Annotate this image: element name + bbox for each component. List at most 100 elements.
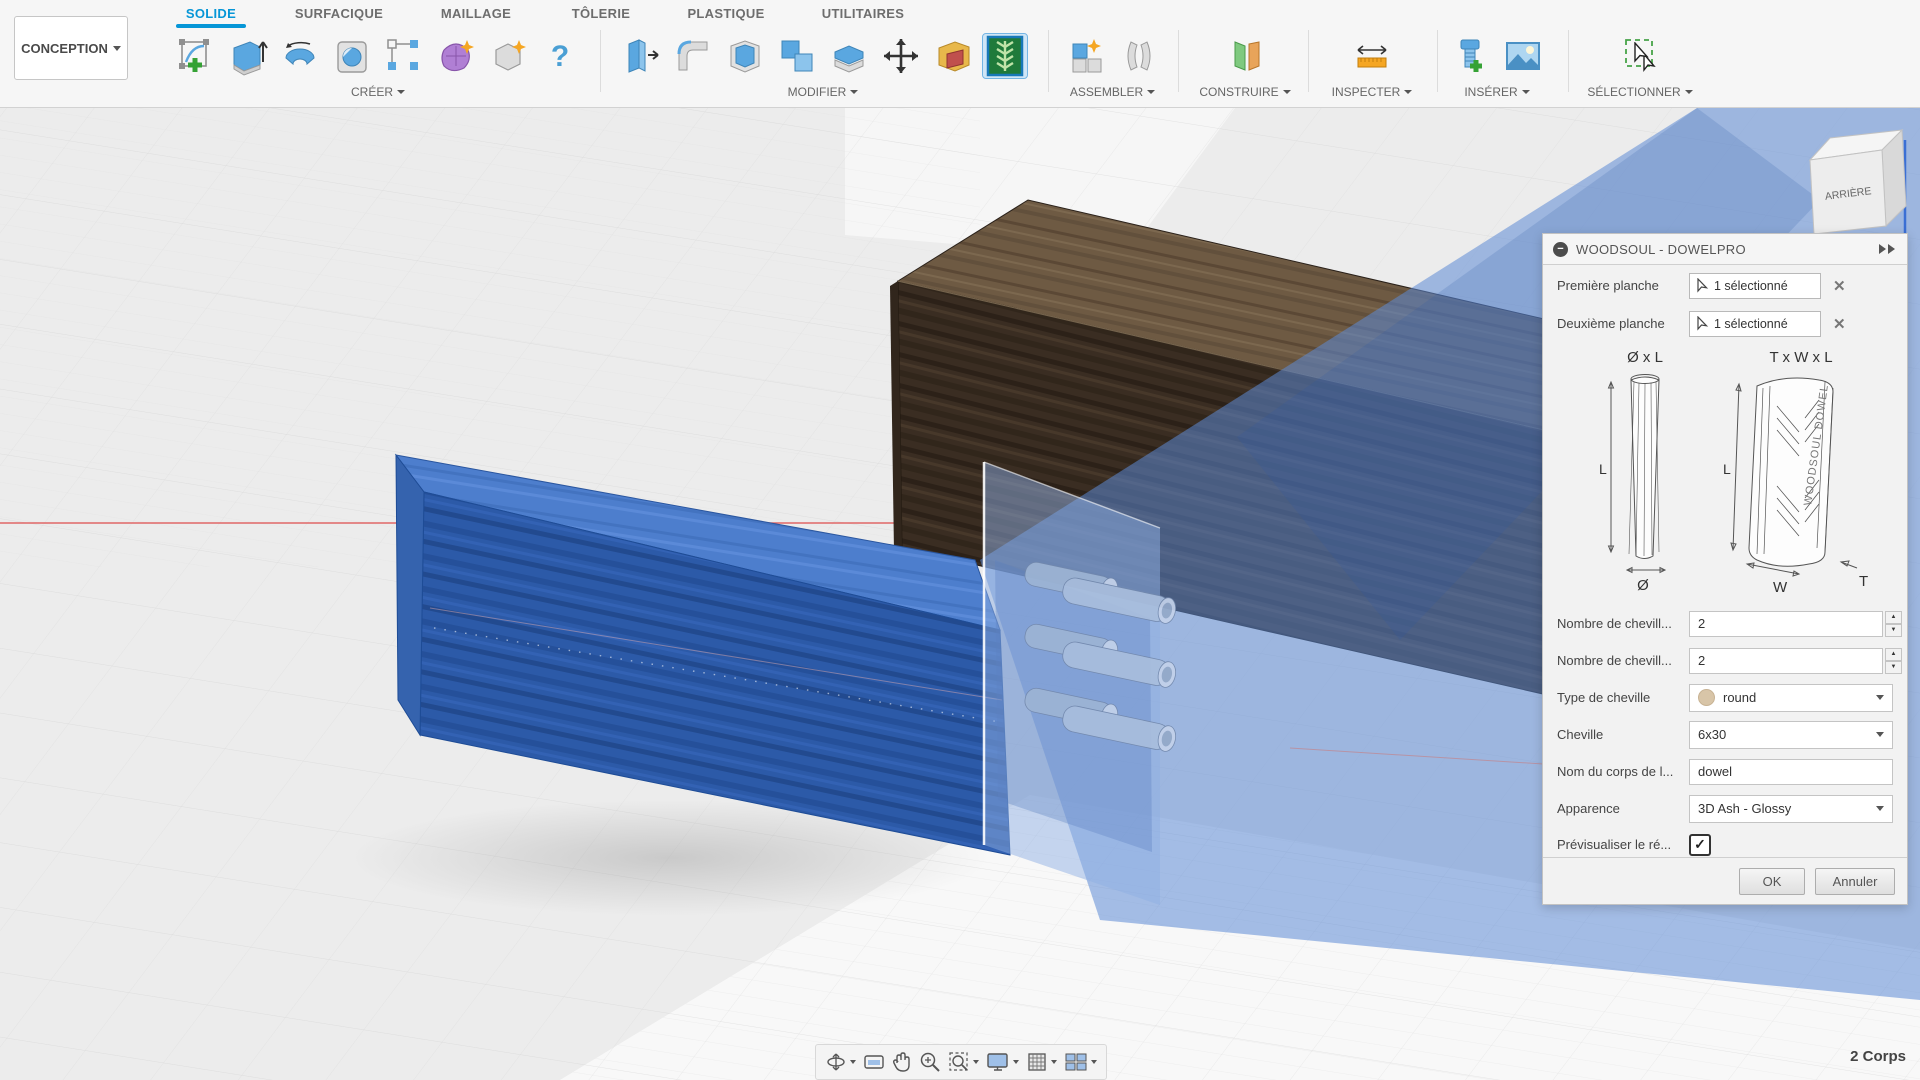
preview-board-end-slab[interactable] [984, 462, 1160, 905]
group-label-selectionner[interactable]: SÉLECTIONNER [1587, 85, 1692, 99]
clear-selection-icon[interactable]: ✕ [1833, 315, 1846, 333]
group-label-inserer[interactable]: INSÉRER [1464, 85, 1529, 99]
preview-checkbox[interactable]: ✓ [1689, 834, 1711, 856]
extrude-icon[interactable] [226, 34, 270, 78]
insert-canvas-icon[interactable] [1501, 34, 1545, 78]
dowel-count-1-input[interactable] [1689, 611, 1883, 637]
group-label-inspecter[interactable]: INSPECTER [1332, 85, 1413, 99]
field-label: Nom du corps de l... [1557, 764, 1689, 779]
selection-label: Deuxième planche [1557, 316, 1689, 331]
field-label: Nombre de chevill... [1557, 616, 1689, 631]
base-feature-icon[interactable] [486, 34, 530, 78]
split-body-icon[interactable] [827, 34, 871, 78]
field-label: Apparence [1557, 801, 1689, 816]
dowel-illustration: Ø x L T x W x L L Ø L W T WOODSOUL DOWEL [1563, 346, 1887, 596]
chevron-down-icon [1876, 806, 1884, 811]
dowel-type-dropdown[interactable]: round [1689, 684, 1893, 712]
joint-icon[interactable] [1117, 34, 1161, 78]
group-label-assembler[interactable]: ASSEMBLER [1070, 85, 1155, 99]
shell-icon[interactable] [723, 34, 767, 78]
mouse-cursor [1632, 42, 1652, 66]
hole-icon[interactable] [330, 34, 374, 78]
fit-button[interactable] [948, 1051, 979, 1073]
chevron-down-icon [973, 1060, 979, 1064]
toolbar-separator [600, 30, 601, 92]
selection-row-premiere: Première planche 1 sélectionné ✕ [1557, 272, 1893, 299]
look-at-button[interactable] [863, 1052, 885, 1072]
dowel-size-dropdown[interactable]: 6x30 [1689, 721, 1893, 749]
construction-plane-icon[interactable] [1223, 34, 1267, 78]
label-t: T [1859, 573, 1868, 590]
new-component-icon[interactable] [1065, 34, 1109, 78]
spin-down-icon[interactable]: ▼ [1885, 661, 1902, 674]
chevron-down-icon [850, 90, 858, 94]
spinner-controls: ▲ ▼ [1885, 611, 1902, 637]
deuxieme-planche-selection-button[interactable]: 1 sélectionné [1689, 311, 1821, 337]
chevron-down-icon [1013, 1060, 1019, 1064]
conception-label: CONCEPTION [21, 41, 108, 56]
rectangular-pattern-icon[interactable] [382, 34, 426, 78]
create-sketch-icon[interactable] [174, 34, 218, 78]
group-label-construire[interactable]: CONSTRUIRE [1199, 85, 1290, 99]
body-name-input[interactable] [1689, 759, 1893, 785]
fillet-icon[interactable] [671, 34, 715, 78]
move-copy-icon[interactable] [879, 34, 923, 78]
tab-solide[interactable]: SOLIDE [180, 4, 242, 23]
group-inserer: INSÉRER [1442, 28, 1552, 99]
spin-down-icon[interactable]: ▼ [1885, 624, 1902, 637]
measure-icon[interactable] [1350, 34, 1394, 78]
conception-dropdown[interactable]: CONCEPTION [14, 16, 128, 80]
premiere-planche-selection-button[interactable]: 1 sélectionné [1689, 273, 1821, 299]
select-cursor-icon [1696, 278, 1709, 293]
help-icon[interactable]: ? [538, 34, 582, 78]
chevron-down-icon [113, 46, 121, 51]
physical-material-icon[interactable] [931, 34, 975, 78]
insert-fastener-icon[interactable] [1449, 34, 1493, 78]
bodies-count-status: 2 Corps [1850, 1048, 1906, 1065]
spin-up-icon[interactable]: ▲ [1885, 611, 1902, 624]
chevron-down-icon [1522, 90, 1530, 94]
view-navigation-bar [815, 1044, 1107, 1080]
cancel-button[interactable]: Annuler [1815, 868, 1895, 895]
dowelpro-plugin-icon[interactable] [983, 34, 1027, 78]
round-dowel-drawing [1609, 375, 1666, 573]
viewports-button[interactable] [1064, 1051, 1097, 1073]
press-pull-icon[interactable] [619, 34, 663, 78]
dowel-count-2-input[interactable] [1689, 648, 1883, 674]
grid-settings-button[interactable] [1026, 1051, 1057, 1073]
spin-up-icon[interactable]: ▲ [1885, 648, 1902, 661]
display-settings-button[interactable] [986, 1051, 1019, 1073]
ok-button[interactable]: OK [1739, 868, 1805, 895]
field-label: Prévisualiser le ré... [1557, 837, 1689, 852]
flat-dowel-drawing [1731, 378, 1857, 576]
create-form-icon[interactable] [434, 34, 478, 78]
toolbar-separator [1308, 30, 1309, 92]
field-row-body-name: Nom du corps de l... [1557, 758, 1893, 785]
svg-text:?: ? [551, 40, 569, 73]
tab-utilitaires[interactable]: UTILITAIRES [816, 4, 911, 23]
revolve-icon[interactable] [278, 34, 322, 78]
field-row-count1: Nombre de chevill... ▲ ▼ [1557, 610, 1893, 637]
tab-plastique[interactable]: PLASTIQUE [681, 4, 770, 23]
pan-button[interactable] [892, 1051, 912, 1073]
zoom-button[interactable] [919, 1051, 941, 1073]
chevron-down-icon [1876, 732, 1884, 737]
caption-t-w-l: T x W x L [1769, 349, 1832, 366]
combine-icon[interactable] [775, 34, 819, 78]
dialog-header[interactable]: − WOODSOUL - DOWELPRO [1543, 234, 1907, 265]
group-label-creer[interactable]: CRÉER [351, 85, 405, 99]
tab-tolerie[interactable]: TÔLERIE [566, 4, 636, 23]
tab-maillage[interactable]: MAILLAGE [435, 4, 517, 23]
group-construire: CONSTRUIRE [1195, 28, 1295, 99]
group-label-modifier[interactable]: MODIFIER [788, 85, 859, 99]
field-row-cheville: Cheville 6x30 [1557, 721, 1893, 748]
field-label: Cheville [1557, 727, 1689, 742]
appearance-dropdown[interactable]: 3D Ash - Glossy [1689, 795, 1893, 823]
dialog-collapse-icon[interactable]: − [1553, 242, 1568, 257]
clear-selection-icon[interactable]: ✕ [1833, 277, 1846, 295]
field-row-apparence: Apparence 3D Ash - Glossy [1557, 795, 1893, 822]
label-l: L [1599, 461, 1607, 477]
tab-surfacique[interactable]: SURFACIQUE [289, 4, 389, 23]
orbit-button[interactable] [825, 1051, 856, 1073]
dock-right-icon[interactable] [1877, 243, 1897, 255]
